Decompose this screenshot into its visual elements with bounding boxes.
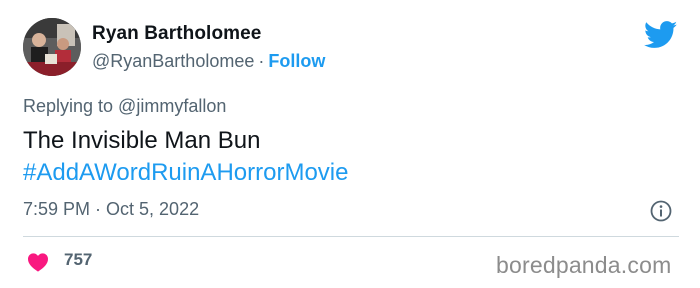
tweet-text: The Invisible Man Bun: [23, 127, 261, 154]
twitter-bird-icon[interactable]: [644, 21, 678, 49]
watermark: boredpanda.com: [496, 252, 672, 278]
hashtag-link[interactable]: #AddAWordRuinAHorrorMovie: [23, 157, 348, 189]
display-name[interactable]: Ryan Bartholomee: [92, 23, 261, 45]
divider: [23, 236, 679, 237]
info-icon[interactable]: [650, 200, 672, 222]
avatar[interactable]: [23, 18, 81, 76]
replying-to-label[interactable]: Replying to @jimmyfallon: [23, 96, 226, 117]
user-handle[interactable]: @RyanBartholomee: [92, 51, 254, 71]
like-count: 757: [64, 250, 93, 269]
follow-button[interactable]: Follow: [268, 51, 325, 71]
heart-icon[interactable]: [27, 252, 49, 272]
tweet-timestamp[interactable]: 7:59 PM · Oct 5, 2022: [23, 199, 199, 220]
tweet-body: The Invisible Man Bun #AddAWordRuinAHorr…: [23, 125, 348, 189]
tweet-card: Ryan Bartholomee @RyanBartholomee · Follow…: [0, 0, 700, 288]
handle-row: @RyanBartholomee · Follow: [92, 51, 325, 72]
separator-dot: ·: [258, 51, 265, 71]
